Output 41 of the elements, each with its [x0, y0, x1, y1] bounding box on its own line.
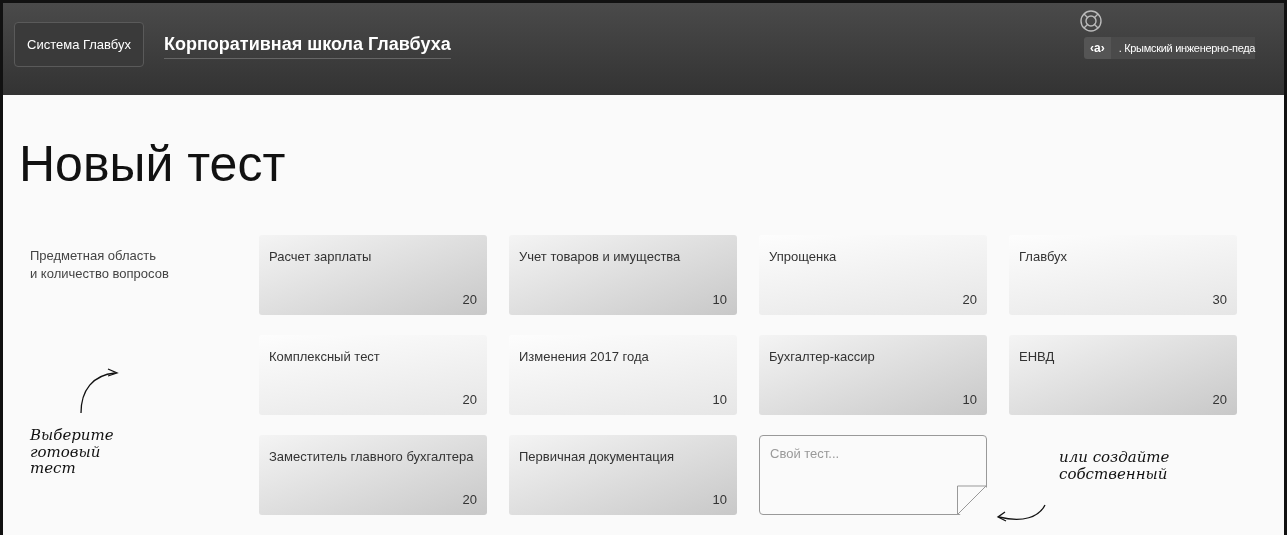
test-name: Учет товаров и имущества: [519, 248, 682, 266]
test-card[interactable]: Бухгалтер-кассир 10: [759, 335, 987, 415]
question-count: 30: [1212, 292, 1227, 307]
test-name: ЕНВД: [1019, 348, 1056, 366]
test-card[interactable]: Комплексный тест 20: [259, 335, 487, 415]
handwritten-hint: или создайте собственный: [1058, 447, 1171, 482]
test-name: Изменения 2017 года: [519, 348, 650, 366]
question-count: 20: [462, 292, 477, 307]
test-card[interactable]: Главбух 30: [1009, 235, 1237, 315]
test-card[interactable]: Расчет зарплаты 20: [259, 235, 487, 315]
test-card[interactable]: ЕНВД 20: [1009, 335, 1237, 415]
question-count: 10: [712, 492, 727, 507]
question-count: 20: [462, 492, 477, 507]
system-button[interactable]: Система Главбух: [14, 22, 144, 67]
test-name: Комплексный тест: [269, 348, 381, 366]
test-name: Заместитель главного бухгалтера: [269, 448, 475, 466]
question-count: 20: [462, 392, 477, 407]
page-title: Новый тест: [19, 135, 287, 193]
question-count: 10: [712, 292, 727, 307]
subject-label: Предметная область и количество вопросов: [30, 247, 170, 283]
question-count: 10: [962, 392, 977, 407]
custom-test-field[interactable]: Свой тест...: [759, 435, 987, 515]
test-name: Первичная документация: [519, 448, 675, 466]
page-curl-icon: [957, 485, 987, 515]
organization-name[interactable]: . Крымский инженерно-педа: [1110, 37, 1256, 59]
question-count: 10: [712, 392, 727, 407]
handwritten-hint: Выберите готовый тест: [30, 427, 115, 479]
test-card[interactable]: Упрощенка 20: [759, 235, 987, 315]
site-title[interactable]: Корпоративная школа Главбуха: [164, 34, 451, 59]
lifebuoy-icon[interactable]: [1080, 10, 1102, 32]
test-card[interactable]: Заместитель главного бухгалтера 20: [259, 435, 487, 515]
question-count: 20: [1212, 392, 1227, 407]
user-badge[interactable]: ‹а›: [1084, 37, 1111, 59]
test-name: Главбух: [1019, 248, 1069, 266]
test-name: Упрощенка: [769, 248, 838, 266]
question-count: 20: [962, 292, 977, 307]
test-name: Расчет зарплаты: [269, 248, 373, 266]
test-name: Бухгалтер-кассир: [769, 348, 876, 366]
test-card[interactable]: Изменения 2017 года 10: [509, 335, 737, 415]
test-card[interactable]: Первичная документация 10: [509, 435, 737, 515]
test-card[interactable]: Учет товаров и имущества 10: [509, 235, 737, 315]
